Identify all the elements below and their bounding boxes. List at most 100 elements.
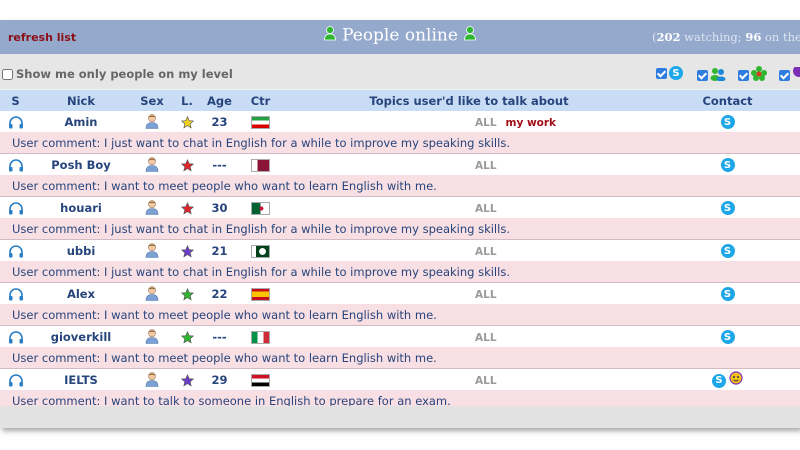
table-row: IELTS 29 ALL S (0, 368, 800, 390)
country-flag-icon (252, 159, 269, 171)
column-header-topics: Topics user'd like to talk about (283, 90, 655, 111)
level-star-icon (180, 201, 194, 215)
watching-count: 202 (656, 30, 681, 44)
icq-filter[interactable] (738, 66, 767, 85)
panel-footer (0, 406, 800, 428)
table-row: ubbi 21 ALL S (0, 239, 800, 261)
user-icon (145, 157, 159, 172)
table-row: Alex 22 ALL S (0, 282, 800, 304)
user-age: --- (212, 157, 227, 172)
yahoo-messenger-icon (792, 65, 800, 85)
level-star-icon (180, 330, 194, 344)
topic-value: ALL (475, 159, 497, 172)
user-age: --- (212, 329, 227, 344)
user-comment: I want to meet people who want to learn … (104, 307, 437, 322)
user-nick[interactable]: Posh Boy (51, 158, 111, 172)
topic-value: ALL (475, 245, 497, 258)
headphones-icon[interactable] (8, 115, 24, 129)
level-only-checkbox[interactable] (2, 68, 13, 80)
user-nick[interactable]: gioverkill (51, 330, 112, 344)
user-nick[interactable]: Amin (64, 115, 97, 129)
skype-icon[interactable]: S (720, 158, 735, 173)
user-comment: I want to meet people who want to learn … (104, 178, 437, 193)
column-header-country[interactable]: Ctr (238, 90, 283, 111)
comment-prefix: User comment: (12, 264, 101, 279)
table-row: Posh Boy --- ALL S (0, 153, 800, 175)
headphones-icon[interactable] (8, 201, 24, 215)
comment-prefix: User comment: (12, 221, 101, 236)
people-online-panel: refresh list People online (202 watching… (0, 20, 800, 428)
comment-prefix: User comment: (12, 350, 101, 365)
level-star-icon (180, 158, 194, 172)
user-nick[interactable]: ubbi (67, 244, 96, 258)
country-flag-icon (252, 374, 269, 386)
skype-icon[interactable]: S (720, 115, 735, 130)
panel-header: refresh list People online (202 watching… (0, 20, 800, 54)
user-comment: I just want to chat in English for a whi… (104, 264, 510, 279)
skype-filter[interactable]: S (656, 66, 683, 80)
comment-row: User comment: I want to meet people who … (0, 347, 800, 369)
user-comment: I just want to chat in English for a whi… (104, 135, 510, 150)
skype-icon[interactable]: S (712, 373, 726, 388)
table-row: houari 30 ALL S (0, 196, 800, 218)
headphones-icon[interactable] (8, 244, 24, 258)
column-header-contact: Contact (655, 90, 800, 111)
country-flag-icon (252, 288, 269, 300)
yahoo-messenger-icon[interactable] (729, 371, 743, 388)
user-icon (145, 329, 159, 344)
people-rows: Amin 23 ALL my work S User comment: I jus… (0, 111, 800, 412)
comment-prefix: User comment: (12, 307, 101, 322)
user-nick[interactable]: Alex (67, 287, 95, 301)
skype-filter-checkbox[interactable] (656, 67, 667, 79)
yahoo-filter-checkbox[interactable] (779, 70, 790, 81)
headphones-icon[interactable] (8, 373, 24, 387)
topic-value: ALL (475, 288, 497, 301)
user-icon (145, 372, 159, 387)
headphones-icon[interactable] (8, 158, 24, 172)
comment-prefix: User comment: (12, 178, 101, 193)
user-nick[interactable]: houari (60, 201, 102, 215)
user-icon (145, 243, 159, 258)
comment-prefix: User comment: (12, 135, 101, 150)
skype-icon[interactable]: S (720, 201, 735, 216)
column-header-level[interactable]: L. (173, 90, 201, 111)
comment-row: User comment: I just want to chat in Eng… (0, 261, 800, 283)
column-header-s[interactable]: S (0, 90, 31, 111)
user-age: 30 (211, 200, 228, 215)
user-nick[interactable]: IELTS (64, 373, 98, 387)
skype-icon[interactable]: S (720, 330, 735, 345)
skype-icon[interactable]: S (720, 287, 735, 302)
icq-filter-checkbox[interactable] (738, 70, 749, 81)
messenger-filter-checkbox[interactable] (697, 70, 708, 81)
comment-row: User comment: I just want to chat in Eng… (0, 132, 800, 154)
country-flag-icon (252, 245, 269, 257)
user-age: 29 (211, 372, 228, 387)
comment-row: User comment: I want to meet people who … (0, 304, 800, 326)
icq-flower-icon (751, 66, 767, 85)
comment-row: User comment: I want to meet people who … (0, 175, 800, 197)
topic-value: ALL (475, 202, 497, 215)
level-star-icon (180, 373, 194, 387)
user-icon (145, 200, 159, 215)
column-header-nick[interactable]: Nick (31, 90, 131, 111)
topic-value: ALL (475, 116, 497, 129)
column-header-age[interactable]: Age (201, 90, 238, 111)
user-age: 23 (211, 114, 228, 129)
watching-label: watching; (680, 30, 746, 44)
comment-row: User comment: I just want to chat in Eng… (0, 218, 800, 240)
yahoo-filter[interactable] (779, 65, 800, 85)
online-person-icon (464, 25, 476, 46)
level-star-icon (180, 244, 194, 258)
headphones-icon[interactable] (8, 330, 24, 344)
level-label: on the lis (764, 30, 800, 44)
skype-icon: S (669, 66, 683, 80)
level-star-icon (180, 115, 194, 129)
skype-icon[interactable]: S (720, 244, 735, 259)
level-filter-option[interactable]: Show me only people on my level (2, 67, 233, 81)
column-header-sex[interactable]: Sex (131, 90, 173, 111)
messenger-filter[interactable] (697, 66, 726, 85)
country-flag-icon (252, 116, 269, 128)
options-bar: Show me only people on my level S (0, 54, 800, 89)
headphones-icon[interactable] (8, 287, 24, 301)
table-row: Amin 23 ALL my work S (0, 111, 800, 132)
